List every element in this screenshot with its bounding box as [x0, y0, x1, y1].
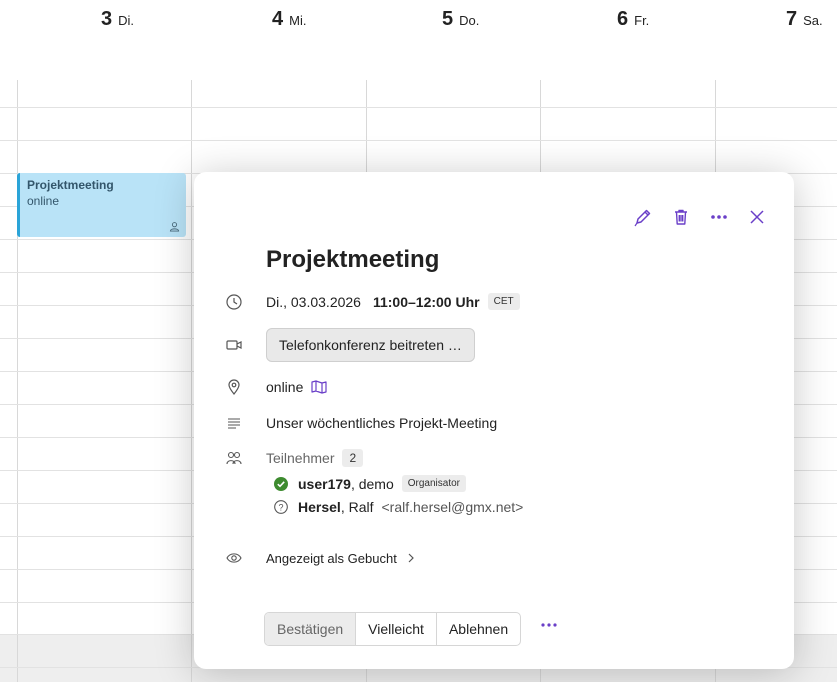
attendees-icon: [226, 450, 242, 466]
location-row: online: [226, 379, 327, 395]
calendar-week-view: 3 Di. 4 Mi. 5 Do. 6 Fr. 7 Sa. Projektmeeting …: [0, 0, 837, 682]
attendees-label: Teilnehmer: [266, 450, 335, 466]
timezone-badge: CET: [487, 293, 520, 310]
more-options-button[interactable]: [708, 206, 730, 228]
person-icon: [169, 222, 180, 232]
rsvp-more-icon[interactable]: [540, 622, 558, 628]
event-location-text: online: [266, 379, 304, 395]
attendee-email: <ralf.hersel@gmx.net>: [381, 499, 524, 515]
map-icon[interactable]: [311, 380, 327, 394]
clock-icon: [226, 293, 242, 310]
day-header-3[interactable]: 3 Di.: [101, 8, 134, 31]
delete-button[interactable]: [670, 206, 692, 228]
grid-column-line: [191, 80, 192, 682]
event-location: online: [27, 194, 60, 208]
svg-text:?: ?: [278, 502, 283, 512]
attendee-item[interactable]: ? Hersel , Ralf <ralf.hersel@gmx.net>: [274, 499, 523, 515]
event-details-popover: Projektmeeting Di., 03.03.2026 11:00–12:…: [194, 172, 794, 669]
date-time-row: Di., 03.03.2026 11:00–12:00 Uhr CET: [226, 293, 520, 310]
eye-icon: [226, 550, 242, 566]
event-time: 11:00–12:00 Uhr: [372, 293, 480, 310]
grid-row-line: [0, 140, 837, 141]
close-button[interactable]: [746, 206, 768, 228]
organizer-badge: Organisator: [401, 475, 466, 492]
popover-title: Projektmeeting: [266, 246, 440, 273]
event-title: Projektmeeting: [27, 178, 114, 192]
attendees-count: 2: [342, 449, 364, 467]
accept-button[interactable]: Bestätigen: [265, 613, 356, 645]
day-header-7[interactable]: 7 Sa.: [786, 8, 823, 31]
day-header-6[interactable]: 6 Fr.: [617, 8, 649, 31]
chevron-right-icon: [408, 553, 414, 563]
join-conference-button[interactable]: Telefonkonferenz beitreten …: [266, 328, 475, 362]
video-icon: [226, 337, 242, 353]
rsvp-button-group: Bestätigen Vielleicht Ablehnen: [264, 612, 522, 646]
event-date: Di., 03.03.2026: [266, 293, 361, 310]
attendee-item[interactable]: user179 , demo Organisator: [274, 475, 466, 492]
grid-column-line: [17, 80, 18, 682]
delete-icon: [675, 209, 687, 225]
popover-actions: [632, 206, 768, 228]
maybe-button[interactable]: Vielleicht: [355, 613, 436, 645]
day-header-4[interactable]: 4 Mi.: [272, 8, 306, 31]
question-circle-icon: ?: [274, 500, 288, 514]
location-icon: [226, 379, 242, 395]
close-icon: [750, 210, 764, 224]
check-circle-icon: [274, 476, 288, 491]
attendee-name: user179: [298, 475, 351, 492]
conference-row: Telefonkonferenz beitreten …: [226, 328, 475, 362]
edit-icon: [634, 209, 651, 227]
attendees-header-row: Teilnehmer 2: [226, 449, 364, 467]
day-header-5[interactable]: 5 Do.: [442, 8, 479, 31]
attendee-name: Hersel: [298, 499, 341, 515]
event-description: Unser wöchentliches Projekt-Meeting: [266, 415, 498, 431]
calendar-event[interactable]: Projektmeeting online: [17, 173, 186, 237]
visibility-text: Angezeigt als Gebucht: [266, 550, 397, 566]
edit-button[interactable]: [632, 206, 654, 228]
grid-row-line: [0, 107, 837, 108]
more-icon: [711, 215, 727, 219]
description-icon: [226, 415, 242, 431]
attendee-name-rest: , Ralf: [340, 499, 374, 515]
attendee-name-rest: , demo: [350, 475, 394, 492]
visibility-row[interactable]: Angezeigt als Gebucht: [226, 550, 415, 566]
description-row: Unser wöchentliches Projekt-Meeting: [226, 415, 497, 431]
decline-button[interactable]: Ablehnen: [435, 613, 520, 645]
